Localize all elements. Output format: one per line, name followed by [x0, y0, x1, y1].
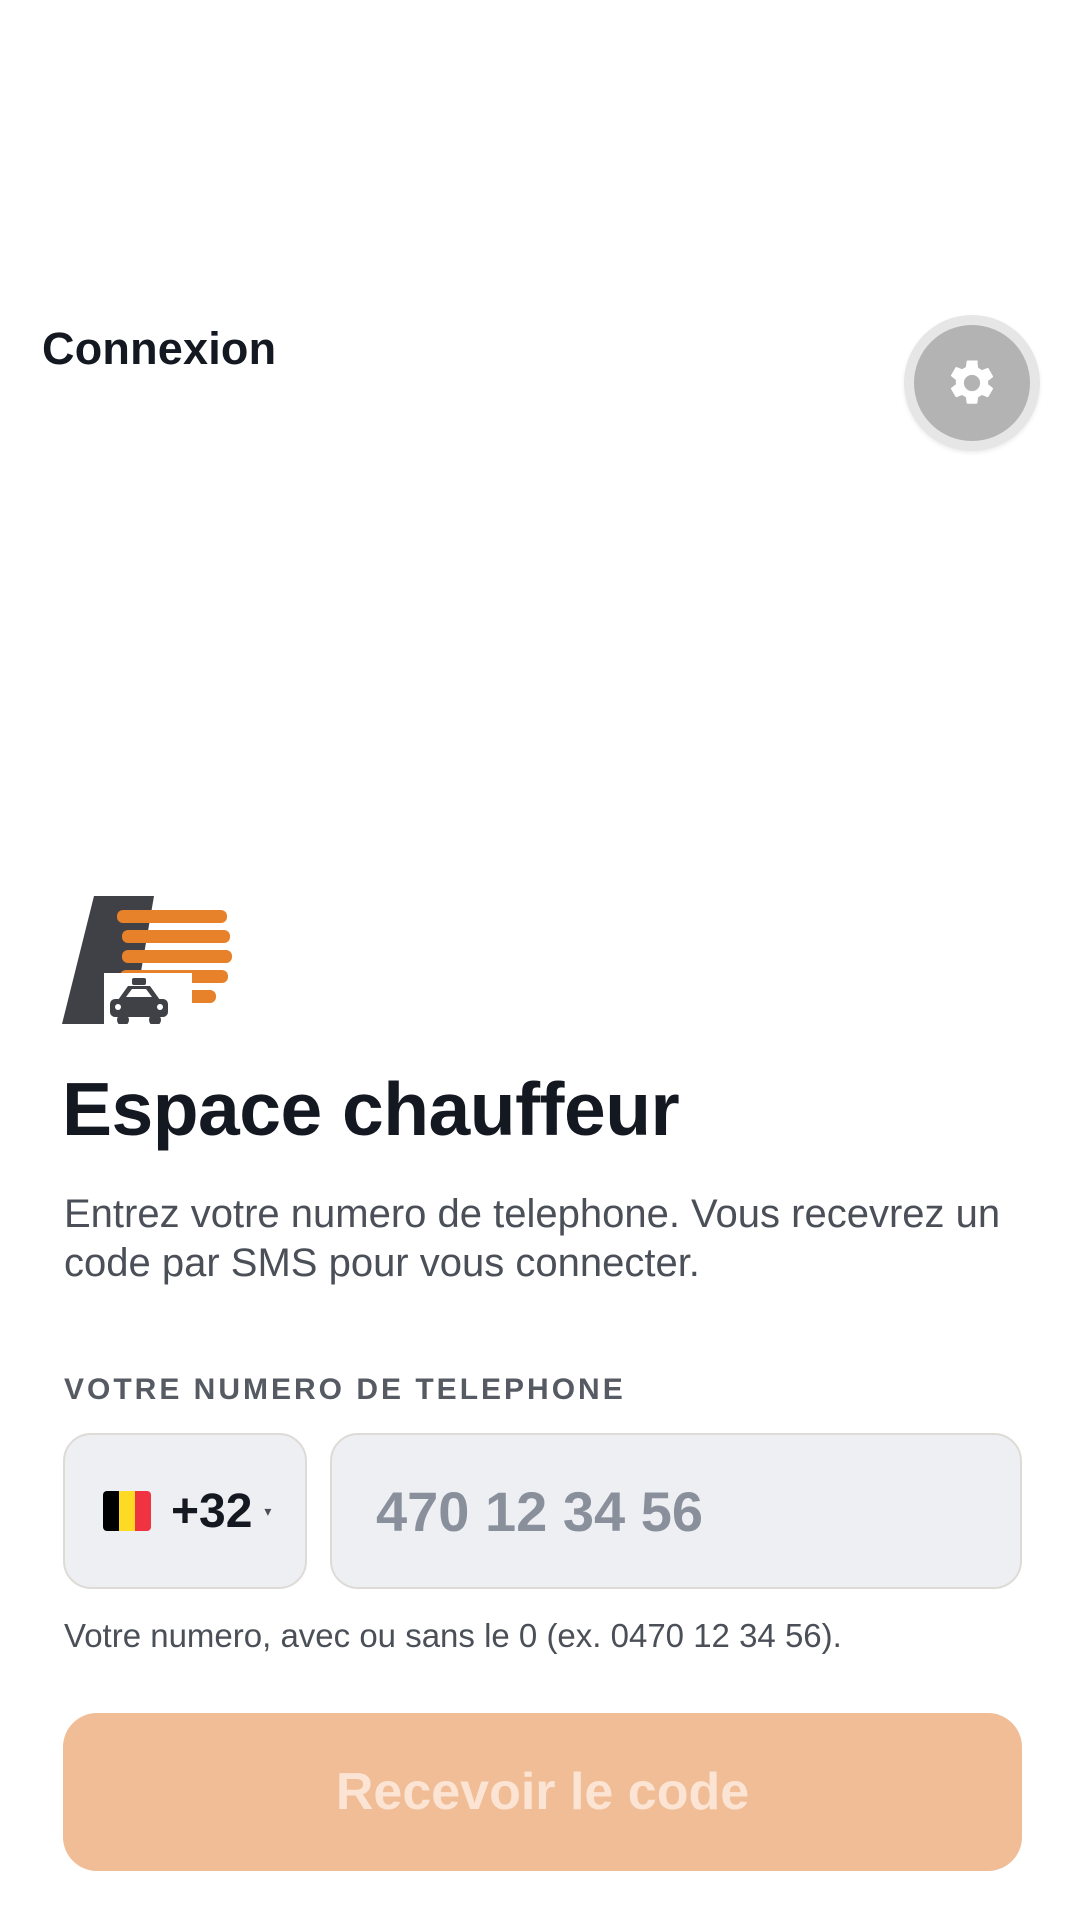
settings-button-inner: [914, 325, 1030, 441]
phone-input[interactable]: [330, 1433, 1022, 1589]
chevron-down-icon: ▾: [264, 1502, 272, 1519]
login-screen: Connexion Espace chauffeur Entrez votre: [0, 0, 1080, 1920]
phone-field-label: VOTRE NUMERO DE TELEPHONE: [64, 1373, 626, 1406]
page-description: Entrez votre numero de telephone. Vous r…: [64, 1192, 1001, 1285]
receive-code-button[interactable]: Recevoir le code: [63, 1713, 1022, 1871]
screen-title: Connexion: [42, 323, 277, 374]
settings-button[interactable]: [904, 315, 1040, 451]
dial-code: +32: [171, 1484, 253, 1538]
taxi-icon: [104, 973, 192, 1024]
belgium-flag-icon: [103, 1491, 151, 1531]
page-title: Espace chauffeur: [62, 1067, 680, 1151]
gear-icon: [950, 360, 994, 404]
taxi-d-logo: [62, 896, 232, 1024]
phone-hint: Votre numero, avec ou sans le 0 (ex. 047…: [64, 1617, 842, 1654]
country-code-select[interactable]: +32 ▾: [63, 1433, 307, 1589]
